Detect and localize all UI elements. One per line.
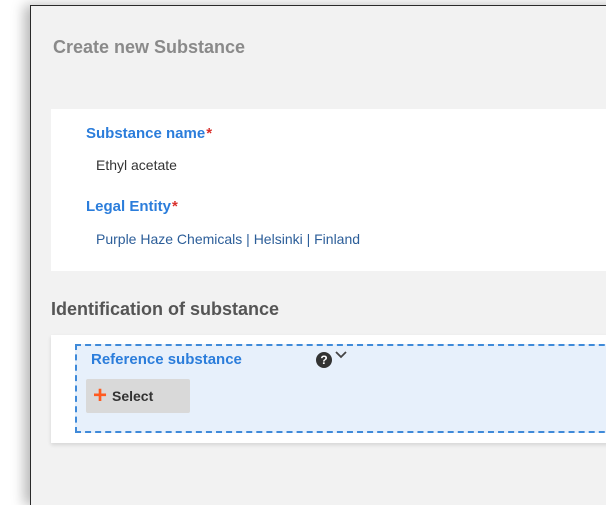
legal-entity-label: Legal Entity* xyxy=(86,198,178,215)
question-circle-icon[interactable]: ? xyxy=(316,352,332,368)
identification-section: Reference substance ? + Select xyxy=(51,335,606,443)
legal-entity-label-text: Legal Entity xyxy=(86,198,172,215)
chevron-down-icon[interactable] xyxy=(334,350,348,360)
reference-substance-drop-zone[interactable]: Reference substance ? + Select xyxy=(75,344,606,433)
legal-entity-value[interactable]: Purple Haze Chemicals | Helsinki | Finla… xyxy=(96,231,360,247)
substance-name-label-text: Substance name xyxy=(86,125,206,142)
substance-details-card: Substance name* Ethyl acetate Legal Enti… xyxy=(51,109,606,271)
required-marker: * xyxy=(206,125,213,142)
select-reference-substance-button[interactable]: + Select xyxy=(86,379,190,413)
create-substance-dialog: Create new Substance Substance name* Eth… xyxy=(30,5,606,505)
substance-name-value: Ethyl acetate xyxy=(96,157,177,173)
identification-section-title: Identification of substance xyxy=(51,299,280,319)
dialog-title: Create new Substance xyxy=(53,37,246,57)
select-label: Select xyxy=(112,388,154,404)
plus-icon: + xyxy=(93,382,108,409)
required-marker: * xyxy=(172,198,178,215)
substance-name-label: Substance name* xyxy=(86,125,212,142)
reference-substance-label: Reference substance xyxy=(91,351,242,368)
